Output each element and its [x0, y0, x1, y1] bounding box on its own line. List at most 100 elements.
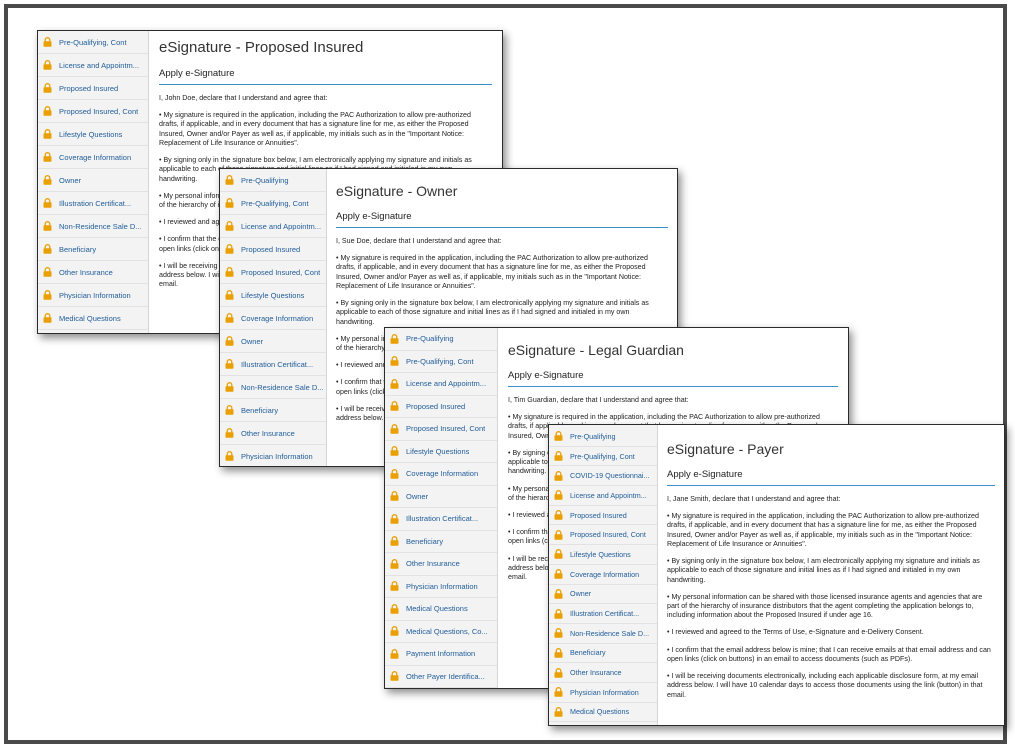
sidebar-item[interactable]: Beneficiary [549, 644, 657, 664]
sidebar-item[interactable]: COVID-19 Questionnai... [549, 466, 657, 487]
sidebar-item[interactable]: Pre-Qualifying, Cont [385, 351, 497, 373]
page-title: eSignature - Payer [667, 441, 784, 457]
sidebar-item-label: Proposed Insured, Cont [406, 424, 486, 434]
sidebar-item[interactable]: Pre-Qualifying, Cont [549, 447, 657, 467]
sidebar-item[interactable]: Illustration Certificat... [549, 604, 657, 624]
lock-icon [225, 451, 237, 461]
declaration-bullet: • My signature is required in the applic… [159, 111, 471, 147]
sidebar-item[interactable]: Lifestyle Questions [38, 123, 148, 146]
lock-icon [390, 626, 402, 636]
sidebar-item[interactable]: Owner [385, 486, 497, 508]
sidebar-item[interactable]: Lifestyle Questions [385, 441, 497, 463]
sidebar-item[interactable]: Non-Residence Sale D... [38, 215, 148, 238]
sidebar-item-label: Owner [570, 589, 592, 599]
sidebar-item-label: Beneficiary [241, 405, 279, 415]
sidebar-item[interactable]: Proposed Insured [385, 396, 497, 418]
sidebar-item-label: Medical Questions, Co... [406, 626, 488, 636]
sidebar-item[interactable]: Pre-Qualifying [549, 427, 657, 447]
sidebar-item[interactable]: Coverage Information [549, 565, 657, 585]
sidebar-item[interactable]: Pre-Qualifying [220, 169, 326, 192]
sidebar-item[interactable]: License and Appointm... [549, 486, 657, 506]
sidebar-item[interactable]: Other Insurance [38, 261, 148, 284]
sidebar-item[interactable]: Other Insurance [385, 553, 497, 576]
sidebar-item-label: Pre-Qualifying [570, 431, 616, 441]
lock-icon [554, 569, 566, 579]
lock-icon [390, 468, 402, 479]
lock-icon [225, 405, 237, 415]
sidebar-item[interactable]: Medical Questions [38, 307, 148, 330]
sidebar-item[interactable]: Illustration Certificat... [220, 353, 326, 376]
sidebar-item[interactable]: Beneficiary [38, 238, 148, 261]
sidebar-item[interactable]: Payment Information [385, 643, 497, 666]
declaration-intro: I, John Doe, declare that I understand a… [159, 94, 328, 102]
sidebar-item-label: Lifestyle Questions [570, 549, 631, 559]
lock-icon [225, 382, 237, 392]
lock-icon [43, 175, 55, 185]
lock-icon [554, 628, 566, 638]
sidebar-item[interactable]: Proposed Insured, Cont [549, 525, 657, 546]
section-heading: Apply e-Signature [159, 68, 492, 85]
sidebar-item[interactable]: Medical Questions, Co... [38, 330, 148, 333]
sidebar-item[interactable]: Owner [220, 330, 326, 353]
lock-icon [43, 83, 55, 93]
sidebar-item[interactable]: Medical Questions, Co... [549, 722, 657, 725]
sidebar-item[interactable]: Illustration Certificat... [38, 192, 148, 215]
sidebar-item[interactable]: Other Payer Identifica... [385, 666, 497, 688]
lock-icon [43, 37, 55, 47]
sidebar-item-label: License and Appointm... [59, 60, 140, 70]
sidebar-item[interactable]: Proposed Insured [220, 238, 326, 261]
sidebar-item-label: Owner [241, 336, 264, 346]
sidebar-item[interactable]: Coverage Information [38, 146, 148, 169]
lock-icon [554, 549, 566, 560]
sidebar-item[interactable]: Proposed Insured [38, 77, 148, 100]
lock-icon [43, 267, 55, 277]
declaration-intro: I, Tim Guardian, declare that I understa… [508, 396, 689, 404]
sidebar-item-label: Illustration Certificat... [406, 514, 479, 524]
sidebar-item[interactable]: Owner [549, 585, 657, 605]
sidebar-item[interactable]: Physician Information [385, 576, 497, 598]
sidebar-item[interactable]: Beneficiary [220, 399, 326, 422]
sidebar-item-label: Other Insurance [570, 668, 622, 678]
sidebar-item-label: Lifestyle Questions [406, 446, 470, 456]
sidebar-item-label: Illustration Certificat... [570, 609, 640, 619]
lock-icon [390, 378, 402, 389]
sidebar-item[interactable]: Medical Questions, Co... [385, 621, 497, 643]
sidebar-item[interactable]: License and Appointm... [38, 54, 148, 77]
sidebar-item-label: Non-Residence Sale D... [59, 221, 142, 231]
sidebar-item[interactable]: Physician Information [38, 284, 148, 307]
lock-icon [43, 244, 55, 254]
sidebar-item[interactable]: Lifestyle Questions [549, 545, 657, 565]
sidebar-item[interactable]: Proposed Insured, Cont [38, 100, 148, 123]
sidebar-item[interactable]: Coverage Information [220, 307, 326, 330]
lock-icon [390, 423, 402, 434]
sidebar-item[interactable]: Lifestyle Questions [220, 284, 326, 307]
sidebar-item-label: License and Appointm... [241, 221, 322, 231]
sidebar-item[interactable]: Pre-Qualifying, Cont [38, 31, 148, 54]
sidebar-item[interactable]: Pre-Qualifying [385, 328, 497, 351]
sidebar-item[interactable]: License and Appointm... [385, 373, 497, 396]
sidebar-item-label: Owner [406, 491, 429, 501]
sidebar-item[interactable]: Non-Residence Sale D... [549, 624, 657, 644]
sidebar-item[interactable]: Proposed Insured, Cont [220, 261, 326, 284]
sidebar-item[interactable]: Proposed Insured [549, 506, 657, 526]
sidebar-item[interactable]: Owner [38, 169, 148, 192]
sidebar-item[interactable]: Physician Information [220, 445, 326, 466]
lock-icon [43, 60, 55, 70]
sidebar-item[interactable]: Non-Residence Sale D... [220, 376, 326, 399]
lock-icon [390, 356, 402, 366]
sidebar-item[interactable]: Other Insurance [220, 422, 326, 445]
sidebar-item[interactable]: License and Appointm... [220, 215, 326, 238]
sidebar-item[interactable]: Proposed Insured, Cont [385, 418, 497, 441]
sidebar-item[interactable]: Pre-Qualifying, Cont [220, 192, 326, 215]
sidebar-item[interactable]: Coverage Information [385, 463, 497, 486]
sidebar-item[interactable]: Medical Questions [385, 598, 497, 621]
sidebar-item-label: COVID-19 Questionnai... [570, 471, 650, 481]
sidebar-item[interactable]: Illustration Certificat... [385, 508, 497, 531]
sidebar-item[interactable]: Physician Information [549, 683, 657, 703]
declaration-bullet: • My signature is required in the applic… [667, 512, 979, 548]
sidebar-item[interactable]: Medical Questions [549, 703, 657, 723]
lock-icon [390, 558, 402, 569]
sidebar-item[interactable]: Other Insurance [549, 663, 657, 683]
sidebar-item-label: Proposed Insured, Cont [241, 267, 321, 277]
sidebar-item[interactable]: Beneficiary [385, 531, 497, 553]
